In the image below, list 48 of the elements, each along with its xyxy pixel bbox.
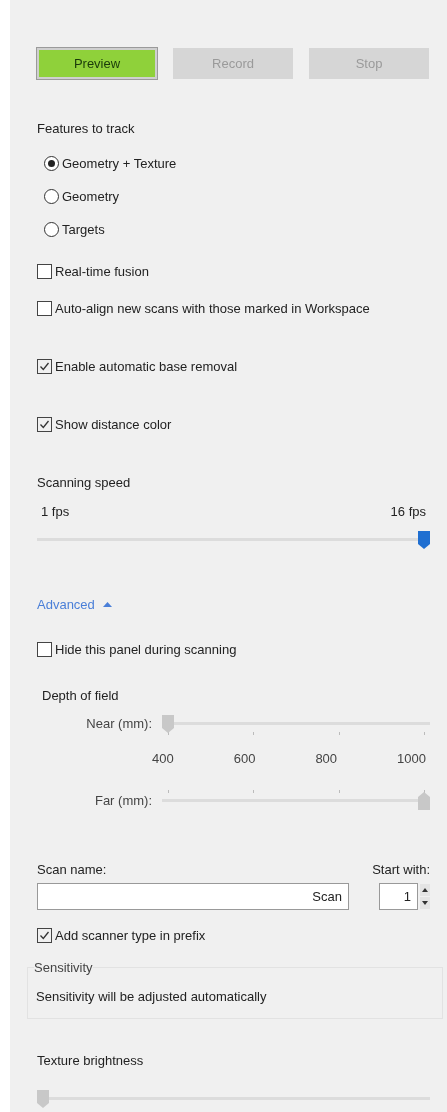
checkbox-option[interactable]: Show distance color [37, 415, 430, 433]
radio-label: Targets [62, 221, 105, 237]
radio-button[interactable] [44, 155, 59, 171]
checkbox-option[interactable]: Add scanner type in prefix [37, 926, 430, 944]
section-title: Texture brightness [37, 1053, 145, 1068]
spin-up-icon[interactable] [420, 884, 430, 896]
checkbox[interactable] [37, 416, 52, 432]
section-title: Features to track [37, 121, 136, 136]
scale-label: 400 [152, 751, 174, 766]
info-text: Sensitivity will be adjusted automatically [36, 989, 268, 1004]
radio-button[interactable] [44, 221, 59, 237]
caret-up-icon [102, 602, 112, 607]
field-label: Start with: [372, 862, 430, 877]
checkbox[interactable] [37, 263, 52, 279]
max-label: 16 fps [390, 504, 426, 519]
checkbox-option[interactable]: Hide this panel during scanning [37, 640, 430, 658]
checkbox-option[interactable]: Real-time fusion [37, 262, 430, 280]
checkbox-label: Auto-align new scans with those marked in Workspace [55, 300, 370, 316]
slider-thumb[interactable] [418, 531, 430, 549]
checkbox-label: Add scanner type in prefix [55, 927, 206, 943]
number-field[interactable]: 1 [379, 883, 418, 910]
toolbar-button[interactable]: Preview [37, 48, 157, 79]
section-title: Scanning speed [37, 475, 132, 490]
group-title: Sensitivity [34, 960, 93, 975]
radio-label: Geometry + Texture [62, 155, 177, 171]
checkbox-label: Real-time fusion [55, 263, 149, 279]
scale-label: 1000 [397, 751, 426, 766]
slider-label: Far (mm): [93, 792, 153, 808]
advanced-link[interactable]: Advanced [37, 597, 112, 612]
spin-down-icon[interactable] [420, 897, 430, 909]
min-label: 1 fps [41, 504, 70, 519]
checkbox-option[interactable]: Auto-align new scans with those marked in Workspace [37, 299, 430, 317]
field-label: Scan name: [37, 862, 107, 877]
checkbox[interactable] [37, 641, 52, 657]
radio-button[interactable] [44, 188, 59, 204]
section-title: Depth of field [41, 688, 120, 703]
checkbox[interactable] [37, 358, 52, 374]
checkbox[interactable] [37, 300, 52, 316]
scale-label: 800 [315, 751, 338, 766]
scan-name-field[interactable]: Scan [37, 883, 349, 910]
checkbox-label: Enable automatic base removal [55, 358, 238, 374]
slider-label: Near (mm): [85, 715, 153, 731]
radio-label: Geometry [62, 188, 120, 204]
checkbox-label: Show distance color [55, 416, 172, 432]
checkbox[interactable] [37, 927, 52, 943]
checkbox-option[interactable]: Enable automatic base removal [37, 357, 430, 375]
scale-label: 600 [233, 751, 256, 766]
checkbox-label: Hide this panel during scanning [55, 641, 237, 657]
